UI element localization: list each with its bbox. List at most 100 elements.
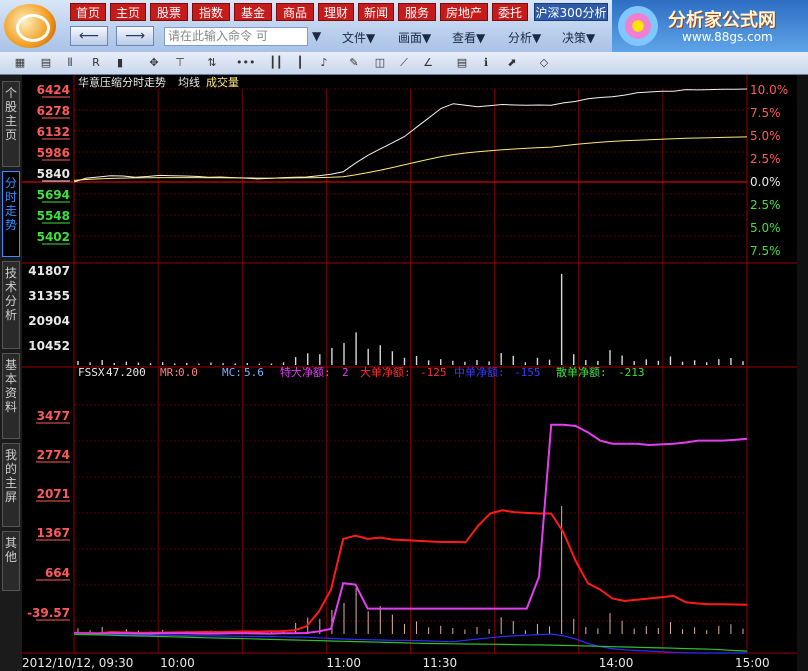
- left-tab-2[interactable]: 技 术 分 析: [2, 261, 20, 349]
- ddjm-value: -125: [420, 366, 447, 379]
- pct-tick: 7.5%: [750, 106, 781, 120]
- nav-button-6[interactable]: 理财: [318, 3, 354, 21]
- app-window: 首页 主页 股票 指数 基金 商品 理财 新闻 服务 房地产 委托 沪深300分析 ⟵ ⟶ 请在此输入…: [0, 0, 808, 671]
- price-tick: 5694: [37, 188, 70, 202]
- nav-button-7[interactable]: 新闻: [358, 3, 394, 21]
- pct-tick: 7.5%: [750, 244, 781, 258]
- volume-tick: 41807: [28, 264, 70, 278]
- bell-icon[interactable]: ♪: [316, 55, 332, 70]
- menu-item-1[interactable]: 画面▼: [398, 29, 431, 46]
- sort-icon[interactable]: ⇅: [204, 55, 220, 70]
- time-label: 11:00: [326, 656, 361, 670]
- flow-tick: 1367: [37, 526, 70, 540]
- price-tick: 5840: [37, 167, 70, 181]
- price-tick: 5402: [37, 230, 70, 244]
- angle-tool-icon[interactable]: ∠: [420, 55, 436, 70]
- brand-banner: 分析家公式网 www.88gs.com: [612, 0, 808, 52]
- price-title: 华意压缩分时走势: [78, 75, 166, 89]
- command-dropdown-icon[interactable]: ▼: [312, 29, 321, 43]
- tdjm-value: 2: [342, 366, 349, 379]
- left-tab-5[interactable]: 其 他: [2, 531, 20, 591]
- mr-label: MR:: [160, 366, 180, 379]
- nav-button-4[interactable]: 基金: [234, 3, 272, 21]
- price-tick: 6424: [37, 83, 70, 97]
- help-icon[interactable]: ◇: [536, 55, 552, 70]
- top-bar: 首页 主页 股票 指数 基金 商品 理财 新闻 服务 房地产 委托 沪深300分析 ⟵ ⟶ 请在此输入…: [0, 0, 808, 52]
- volume-tick: 10452: [28, 339, 70, 353]
- toolbar: ▦ ▤ ⦀ R ▮ ✥ ⊤ ⇅ ••• ┃┃ ┃ ♪ ✎ ◫ ⟋ ∠ ▤ ℹ ⬈…: [0, 52, 808, 75]
- flow-tick: 2071: [37, 487, 70, 501]
- indicator-icon[interactable]: ▮: [112, 55, 128, 70]
- brand-url: www.88gs.com: [682, 30, 773, 44]
- time-label: 11:30: [423, 656, 458, 670]
- volume-tick: 20904: [28, 314, 70, 328]
- pct-tick: 5.0%: [750, 129, 781, 143]
- mc-label: MC:: [222, 366, 242, 379]
- tdjm-label: 特大净额:: [280, 365, 331, 379]
- time-label: 10:00: [160, 656, 195, 670]
- left-tab-1[interactable]: 分 时 走 势: [2, 171, 20, 257]
- mc-value: 5.6: [244, 366, 264, 379]
- price-tick: 5986: [37, 146, 70, 160]
- nav-button-8[interactable]: 服务: [398, 3, 436, 21]
- chart-window-icon[interactable]: ◫: [372, 55, 388, 70]
- pct-tick: 2.5%: [750, 198, 781, 212]
- flow-tick: 664: [45, 566, 70, 580]
- table-icon[interactable]: ▤: [454, 55, 470, 70]
- left-tab-4[interactable]: 我 的 主 屏: [2, 443, 20, 527]
- nav-button-1[interactable]: 主页: [110, 3, 146, 21]
- zdjm-label: 中单净额:: [454, 365, 505, 379]
- nav-button-9[interactable]: 房地产: [440, 3, 488, 21]
- time-label: 14:00: [599, 656, 634, 670]
- fssx-label: FSSX: [78, 366, 105, 379]
- draw-icon[interactable]: ✎: [346, 55, 362, 70]
- nav-button-10[interactable]: 委托: [492, 3, 528, 21]
- nav-button-5[interactable]: 商品: [276, 3, 314, 21]
- chart-type-icon[interactable]: ▦: [12, 55, 28, 70]
- menu-item-2[interactable]: 查看▼: [452, 29, 485, 46]
- rsi-icon[interactable]: R: [88, 55, 104, 70]
- flow-tick: 2774: [37, 448, 70, 462]
- right-scroll-edge[interactable]: [797, 75, 808, 671]
- bar-chart-icon[interactable]: ┃: [292, 55, 308, 70]
- left-tabs: 个 股 主 页分 时 走 势技 术 分 析基 本 资 料我 的 主 屏其 他: [0, 75, 22, 671]
- sdjm-label: 散单净额:: [556, 365, 607, 379]
- info-icon[interactable]: ℹ: [478, 55, 494, 70]
- price-tick: 5548: [37, 209, 70, 223]
- menu-item-3[interactable]: 分析▼: [508, 29, 541, 46]
- ddjm-label: 大单净额:: [360, 365, 411, 379]
- pct-tick: 2.5%: [750, 152, 781, 166]
- menu-item-4[interactable]: 决策▼: [562, 29, 595, 46]
- app-logo: [4, 4, 56, 48]
- zdjm-value: -155: [514, 366, 541, 379]
- pct-tick: 0.0%: [750, 175, 781, 189]
- index-analysis-button[interactable]: 沪深300分析: [534, 3, 608, 21]
- brand-name: 分析家公式网: [668, 10, 776, 31]
- cursor-icon[interactable]: ⊤: [172, 55, 188, 70]
- line-tool-icon[interactable]: ⟋: [396, 55, 412, 70]
- nav-button-0[interactable]: 首页: [70, 3, 106, 21]
- fssx-value: 47.200: [106, 366, 146, 379]
- left-tab-3[interactable]: 基 本 资 料: [2, 353, 20, 439]
- flower-logo-icon: [618, 6, 658, 46]
- volume-tick: 31355: [28, 289, 70, 303]
- mr-value: 0.0: [178, 366, 198, 379]
- menu-item-0[interactable]: 文件▼: [342, 29, 375, 46]
- growth-icon[interactable]: ⬈: [504, 55, 520, 70]
- bars-icon[interactable]: ⦀: [62, 55, 78, 70]
- command-input[interactable]: 请在此输入命令 可: [164, 27, 308, 46]
- move-icon[interactable]: ✥: [146, 55, 162, 70]
- legend-avg: 均线: [178, 75, 200, 89]
- time-label: 15:00: [735, 656, 770, 670]
- flow-tick: 3477: [37, 409, 70, 423]
- left-tab-0[interactable]: 个 股 主 页: [2, 81, 20, 167]
- nav-button-3[interactable]: 指数: [192, 3, 230, 21]
- forward-button[interactable]: ⟶: [116, 26, 154, 46]
- back-button[interactable]: ⟵: [70, 26, 108, 46]
- candles-icon[interactable]: ┃┃: [268, 55, 284, 70]
- pct-tick: 5.0%: [750, 221, 781, 235]
- nav-button-2[interactable]: 股票: [150, 3, 188, 21]
- kline-icon[interactable]: ▤: [38, 55, 54, 70]
- time-label: 2012/10/12, 09:30: [22, 656, 133, 670]
- lights-icon[interactable]: •••: [236, 55, 255, 70]
